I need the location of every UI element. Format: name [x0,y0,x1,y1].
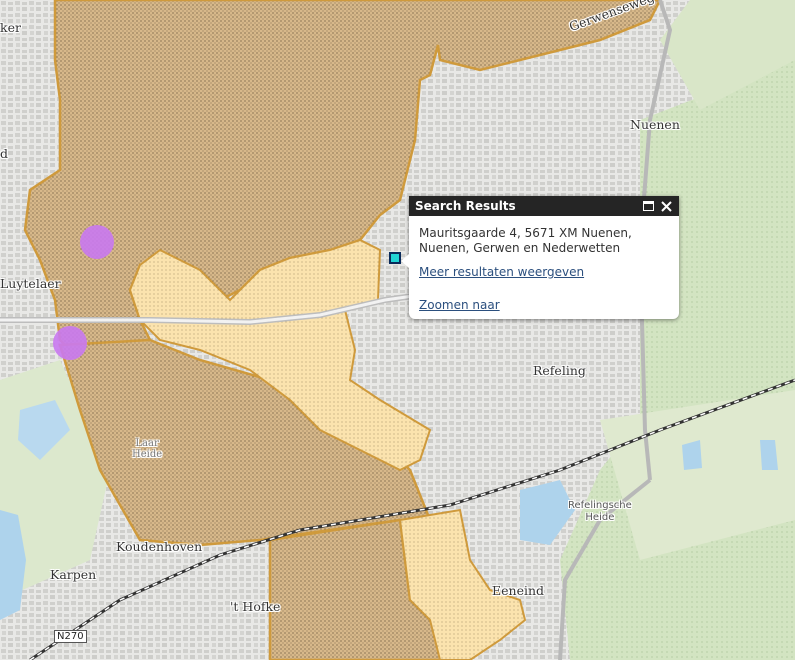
water-pond-1 [682,440,702,470]
area-label-line: Heide [585,512,615,523]
water-pond-2 [760,440,778,470]
place-label: Eeneind [492,583,545,598]
place-label: Koudenhoven [116,539,203,554]
zoom-to-link[interactable]: Zoomen naar [419,298,669,313]
place-label: d [0,146,9,161]
search-results-popup: Search Results Mauritsgaarde 4, 5671 XM … [401,196,679,319]
address-line: Nuenen, Gerwen en Nederwetten [419,241,621,255]
highlight-marker[interactable] [53,326,87,360]
place-label: Refeling [533,363,586,378]
place-label: Nuenen [630,117,680,132]
place-label: Karpen [50,567,97,582]
place-label: ker [0,20,21,35]
area-label-line: Laar [135,438,159,449]
popup-header: Search Results [409,196,679,216]
close-icon[interactable] [659,199,673,213]
maximize-icon[interactable] [641,199,655,213]
popup-pointer [401,254,409,268]
more-results-link[interactable]: Meer resultaten weergeven [419,265,669,280]
popup-title: Search Results [415,199,516,213]
place-label: Luytelaer [0,276,61,291]
area-label: Refelingsche Heide [568,500,632,524]
location-marker[interactable] [389,252,401,264]
area-label: Laar Heide [132,438,162,460]
result-address: Mauritsgaarde 4, 5671 XM Nuenen, Nuenen,… [419,226,669,256]
basemap[interactable] [0,0,795,660]
address-line: Mauritsgaarde 4, 5671 XM Nuenen, [419,226,632,240]
area-label-line: Heide [132,449,163,460]
highlight-marker[interactable] [80,225,114,259]
road-shield: N270 [54,630,87,643]
area-label-line: Refelingsche [568,500,632,511]
place-label: 't Hofke [230,599,281,614]
popup-body: Mauritsgaarde 4, 5671 XM Nuenen, Nuenen,… [409,216,679,319]
